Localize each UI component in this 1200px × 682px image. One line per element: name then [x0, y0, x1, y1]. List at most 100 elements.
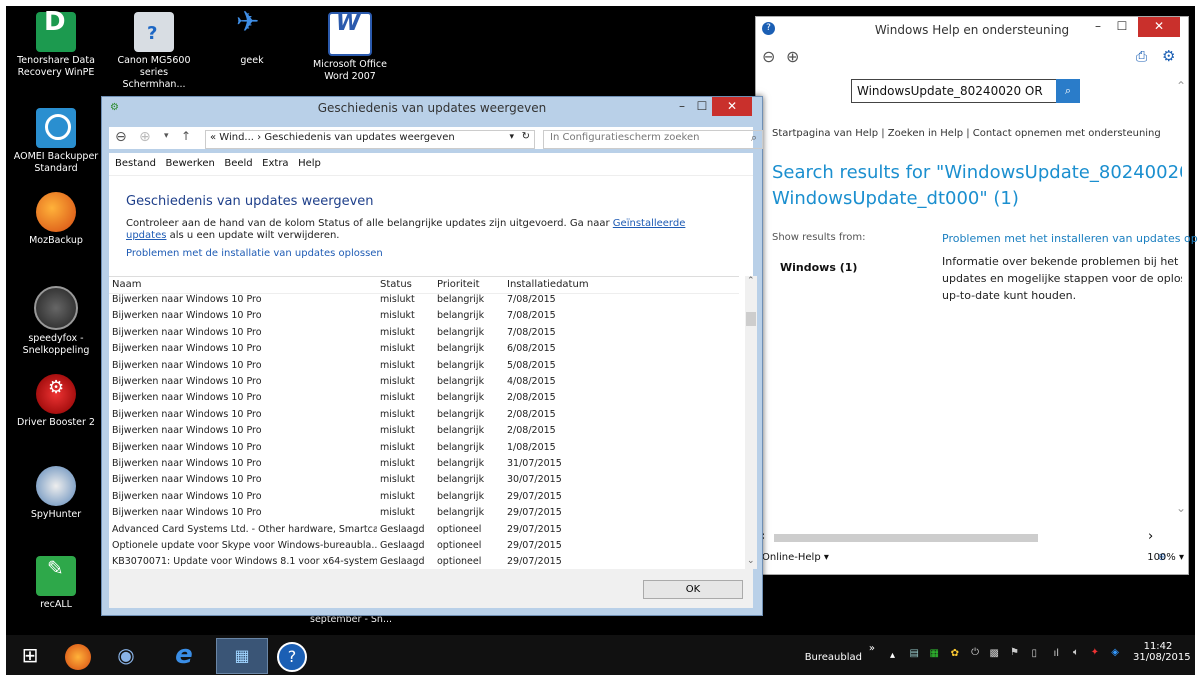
internet-explorer-icon[interactable]: e [162, 638, 206, 672]
close-button[interactable]: ✕ [1138, 17, 1180, 37]
table-row[interactable]: Bijwerken naar Windows 10 Pro mislukt bela… [109, 490, 739, 506]
chevron-down-icon[interactable]: ▾ [509, 132, 514, 142]
table-row[interactable]: Bijwerken naar Windows 10 Pro mislukt bela… [109, 424, 739, 440]
chevron-double-right-icon[interactable]: » [869, 643, 875, 654]
table-header: Naam Status Prioriteit Installatiedatum [109, 276, 739, 294]
signal-icon[interactable]: ıl [1053, 648, 1059, 659]
tray-app-icon[interactable]: ▩ [990, 648, 999, 659]
help-search-input[interactable]: WindowsUpdate_80240020 OR [851, 79, 1058, 103]
table-row[interactable]: Bijwerken naar Windows 10 Pro mislukt bela… [109, 457, 739, 473]
scrollbar-thumb[interactable] [746, 312, 756, 326]
cell-datum: 31/07/2015 [507, 458, 562, 469]
online-help-dropdown[interactable]: Online-Help ▾ [762, 552, 829, 563]
desktop-icon-spyhunter[interactable]: SpyHunter [10, 466, 102, 521]
clock[interactable]: 11:42 31/08/2015 [1133, 641, 1191, 663]
menu-beeld[interactable]: Beeld [224, 158, 252, 169]
desktop-icon-canon[interactable]: ? Canon MG5600 series Schermhan... [108, 12, 200, 91]
results-line: Search results for "WindowsUpdate_802400… [772, 162, 1182, 183]
result-link[interactable]: Problemen met het installeren van update… [942, 232, 1198, 245]
table-row[interactable]: Bijwerken naar Windows 10 Pro mislukt bela… [109, 309, 739, 325]
desktop-toolbar-label[interactable]: Bureaublad [805, 652, 862, 663]
column-naam[interactable]: Naam [112, 279, 141, 290]
table-row[interactable]: Bijwerken naar Windows 10 Pro mislukt bela… [109, 506, 739, 522]
up-arrow-icon[interactable]: ↑ [181, 129, 191, 143]
update-content: Geschiedenis van updates weergeven Contr… [109, 176, 757, 569]
table-row[interactable]: Bijwerken naar Windows 10 Pro mislukt bela… [109, 375, 739, 391]
scroll-right-icon[interactable]: › [1148, 529, 1153, 544]
vertical-scrollbar[interactable]: ⌃ ⌄ [745, 276, 757, 569]
table-row[interactable]: Bijwerken naar Windows 10 Pro mislukt bela… [109, 391, 739, 407]
column-status[interactable]: Status [380, 279, 412, 290]
table-row[interactable]: KB3070071: Update voor Windows 8.1 voor … [109, 555, 739, 569]
table-row[interactable]: Bijwerken naar Windows 10 Pro mislukt bela… [109, 342, 739, 358]
scroll-down-icon[interactable]: ⌄ [1176, 501, 1186, 515]
table-row[interactable]: Bijwerken naar Windows 10 Pro mislukt bela… [109, 441, 739, 457]
tray-expand-icon[interactable]: ▴ [890, 650, 895, 661]
power-icon[interactable]: ⏻ [971, 647, 979, 658]
table-row[interactable]: Advanced Card Systems Ltd. - Other hardw… [109, 523, 739, 539]
search-button[interactable]: ⌕ [1056, 79, 1080, 103]
back-icon[interactable]: ⊖ [762, 47, 775, 66]
horizontal-scrollbar[interactable]: ‹ › [756, 529, 1188, 545]
windows-start-icon[interactable]: ⊞ [8, 638, 52, 672]
maximize-button[interactable]: ☐ [1108, 17, 1136, 37]
desktop-icon-tenorshare[interactable]: D Tenorshare Data Recovery WinPE [10, 9, 102, 79]
menu-extra[interactable]: Extra [262, 158, 288, 169]
desktop-icon-recall[interactable]: ✎ recALL [10, 556, 102, 611]
ok-button[interactable]: OK [643, 580, 743, 599]
table-row[interactable]: Bijwerken naar Windows 10 Pro mislukt bela… [109, 408, 739, 424]
cell-status: mislukt [380, 326, 415, 338]
gear-icon[interactable]: ⚙ [1162, 47, 1175, 65]
volume-icon[interactable]: 🔈︎ [1073, 647, 1079, 658]
table-row[interactable]: Bijwerken naar Windows 10 Pro mislukt bela… [109, 293, 739, 309]
desktop-icon-aomei[interactable]: AOMEI Backupper Standard [10, 108, 102, 175]
result-desc-line: up-to-date kunt houden. [942, 289, 1077, 302]
zoom-dropdown[interactable]: 100% ▾ [1147, 552, 1184, 563]
menu-bewerken[interactable]: Bewerken [165, 158, 214, 169]
control-panel-taskbar-icon[interactable]: ▦ [216, 638, 268, 674]
table-row[interactable]: Bijwerken naar Windows 10 Pro mislukt bela… [109, 473, 739, 489]
forward-icon[interactable]: ⊕ [786, 47, 799, 66]
cell-naam: Bijwerken naar Windows 10 Pro [112, 507, 262, 519]
close-button[interactable]: ✕ [712, 97, 752, 116]
flag-icon[interactable]: ⚑ [1010, 647, 1019, 658]
chevron-down-icon[interactable]: ▾ [164, 131, 169, 141]
desktop-icon-speedyfox[interactable]: speedyfox - Snelkoppeling [10, 286, 102, 357]
filter-windows[interactable]: Windows (1) [780, 261, 857, 274]
desktop-icon-mozbackup[interactable]: MozBackup [10, 192, 102, 247]
column-installatiedatum[interactable]: Installatiedatum [507, 279, 589, 290]
desktop-icon-geek[interactable]: ✈ geek [206, 8, 298, 67]
update-list: Bijwerken naar Windows 10 Pro mislukt bela… [109, 293, 739, 569]
scroll-down-icon[interactable]: ⌄ [747, 556, 755, 566]
table-row[interactable]: Optionele update voor Skype voor Windows… [109, 539, 739, 555]
print-icon[interactable]: ⎙ [1136, 49, 1147, 65]
column-prioriteit[interactable]: Prioriteit [437, 279, 480, 290]
refresh-icon[interactable]: ↻ [522, 131, 530, 142]
desktop-icon-driverbooster[interactable]: ⚙ Driver Booster 2 [10, 374, 102, 429]
shield-icon[interactable]: ◈ [1111, 647, 1119, 658]
desktop-icon-word[interactable]: W Microsoft Office Word 2007 [304, 12, 396, 83]
forward-icon[interactable]: ⊕ [139, 129, 151, 145]
scrollbar-thumb[interactable] [774, 534, 1038, 542]
search-icon[interactable]: ⌕ [751, 131, 757, 145]
menu-bestand[interactable]: Bestand [115, 158, 156, 169]
troubleshoot-link[interactable]: Problemen met de installatie van updates… [126, 248, 383, 259]
help-nav-links[interactable]: Startpagina van Help | Zoeken in Help | … [772, 128, 1161, 139]
battery-icon[interactable]: ▯ [1031, 648, 1037, 659]
cell-naam: Bijwerken naar Windows 10 Pro [112, 376, 262, 387]
firefox-icon[interactable] [56, 638, 100, 672]
table-row[interactable]: Bijwerken naar Windows 10 Pro mislukt bela… [109, 359, 739, 375]
menu-help[interactable]: Help [298, 158, 321, 169]
tray-app-icon[interactable]: ✦ [1091, 647, 1099, 658]
table-row[interactable]: Bijwerken naar Windows 10 Pro mislukt bela… [109, 326, 739, 342]
scroll-up-icon[interactable]: ⌃ [747, 276, 755, 286]
scroll-up-icon[interactable]: ⌃ [1176, 79, 1186, 93]
tray-app-icon[interactable]: ▤ [910, 648, 919, 659]
breadcrumb[interactable]: « Wind... › Geschiedenis van updates wee… [205, 130, 535, 149]
back-icon[interactable]: ⊖ [115, 129, 127, 145]
network-icon[interactable]: ◉ [104, 638, 148, 672]
tray-app-icon[interactable]: ▦ [930, 648, 939, 659]
search-input[interactable]: In Configuratiescherm zoeken ⌕ [543, 130, 763, 149]
tray-app-icon[interactable]: ✿ [951, 648, 959, 659]
help-taskbar-icon[interactable]: ? [270, 638, 314, 672]
